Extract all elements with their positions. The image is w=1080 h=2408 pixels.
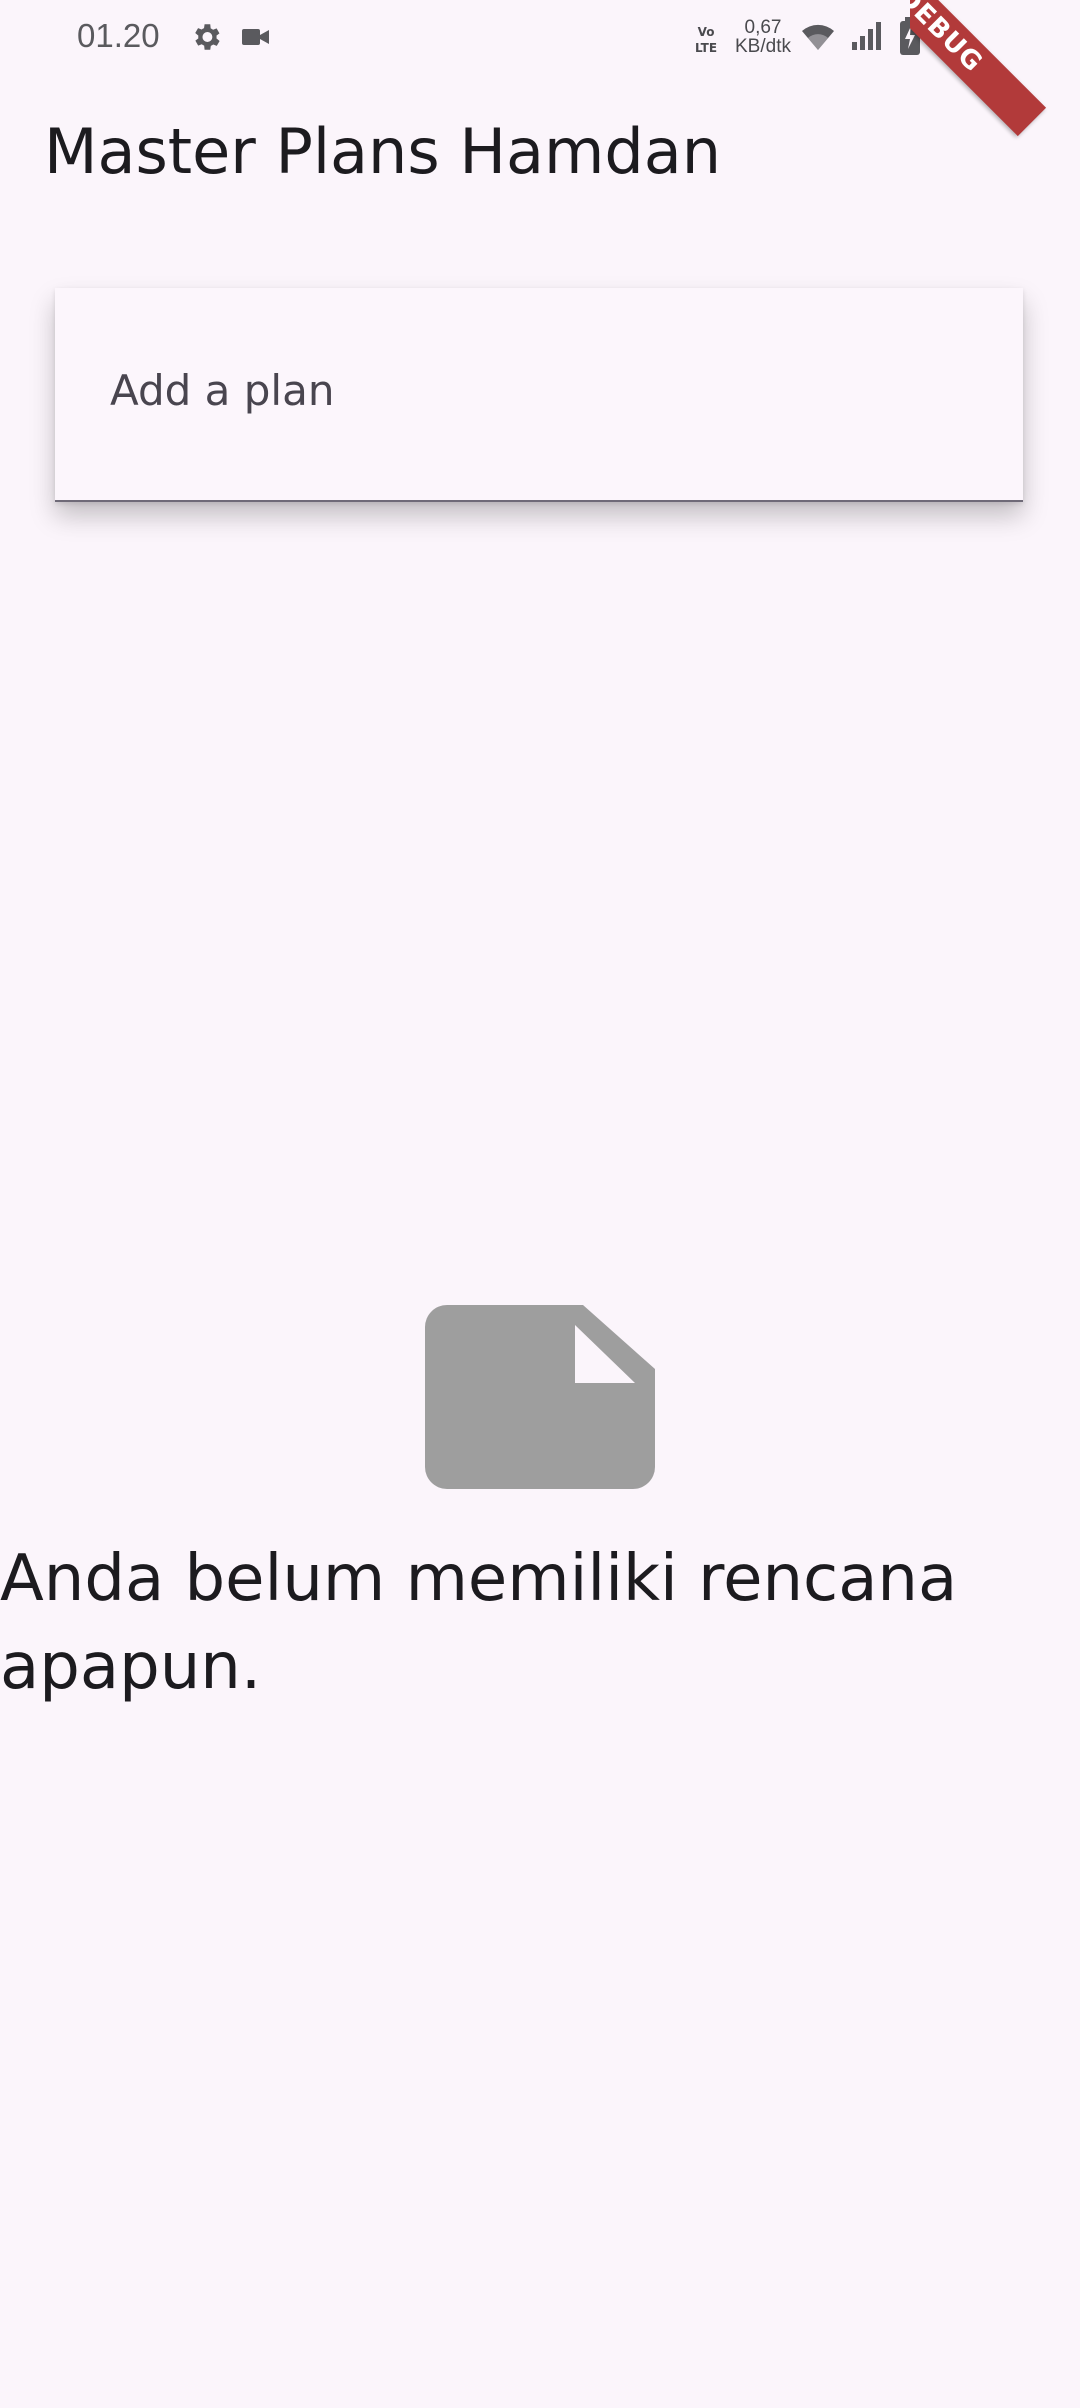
network-speed-value: 0,67 — [744, 17, 782, 38]
network-speed-unit: KB/dtk — [735, 36, 791, 57]
status-time: 01.20 — [77, 17, 160, 54]
add-plan-input[interactable] — [110, 360, 970, 420]
wifi-icon — [802, 24, 834, 50]
network-speed: 0,67 KB/dtk — [728, 18, 798, 56]
empty-state-message: Anda belum memiliki rencana apapun. — [0, 1542, 958, 1704]
battery-percent: 58 — [929, 17, 966, 54]
volte-icon: Vo LTE — [695, 25, 717, 55]
svg-text:Vo: Vo — [698, 25, 715, 39]
note-icon — [425, 1305, 655, 1489]
add-plan-card — [55, 288, 1023, 502]
battery-charging-icon — [900, 17, 920, 55]
status-bar: 01.20 Vo LTE 0,67 KB/dtk 58 — [0, 0, 1080, 80]
page-title: Master Plans Hamdan — [44, 115, 722, 188]
video-camera-icon — [242, 29, 269, 45]
cell-signal-icon — [852, 22, 881, 50]
settings-gear-icon — [195, 24, 220, 50]
svg-text:LTE: LTE — [695, 41, 717, 55]
